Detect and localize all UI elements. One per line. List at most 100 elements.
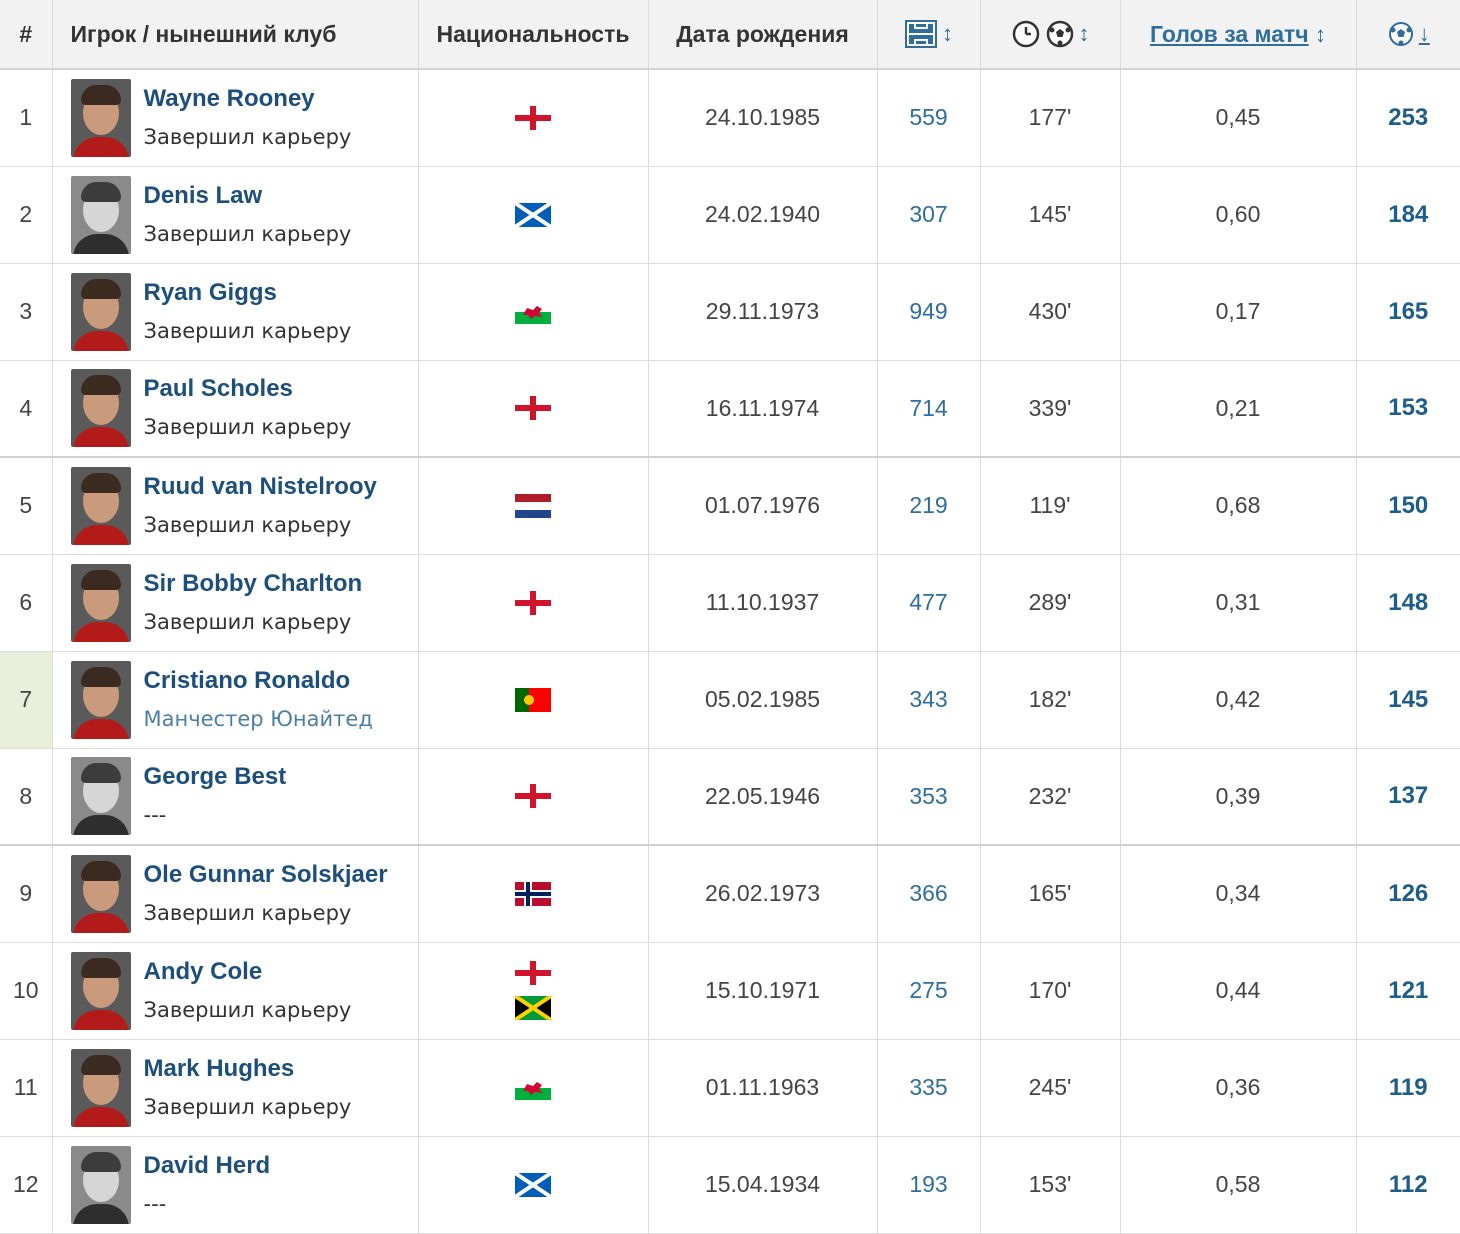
player-name-link[interactable]: Ole Gunnar Solskjaer [144, 860, 388, 890]
player-cell: Denis Law Завершил карьеру [51, 166, 418, 264]
nationality-cell [417, 554, 648, 652]
table-row: 1 Wayne Rooney Завершил карьеру 24.10.19… [0, 69, 1460, 167]
appearances-cell: 343 [876, 651, 980, 749]
goals-per-match-cell: 0,34 [1119, 845, 1356, 943]
goals-link[interactable]: 153 [1388, 394, 1428, 421]
appearances-cell: 307 [876, 166, 980, 264]
goals-header[interactable]: ↓ [1355, 0, 1460, 70]
player-club[interactable]: Манчестер Юнайтед [144, 704, 373, 734]
goals-link[interactable]: 145 [1388, 686, 1428, 713]
nationality-cell [417, 263, 648, 361]
sort-both-icon[interactable]: ↕ [1079, 21, 1090, 47]
player-name-link[interactable]: George Best [144, 762, 287, 792]
goals-link[interactable]: 112 [1389, 1171, 1428, 1198]
goals-per-match-header[interactable]: Голов за матч ↕ [1119, 0, 1356, 70]
goals-link[interactable]: 126 [1388, 880, 1428, 907]
flag-england-icon [515, 784, 551, 809]
player-header: Игрок / нынешний клуб [51, 0, 418, 70]
goals-per-match-cell: 0,21 [1119, 360, 1356, 458]
rank-cell: 11 [0, 1039, 52, 1137]
player-photo[interactable] [70, 78, 131, 157]
player-club: Завершил карьеру [143, 124, 352, 149]
sort-down-icon[interactable]: ↓ [1419, 21, 1430, 47]
goals-link[interactable]: 165 [1388, 298, 1428, 325]
goals-per-match-sort-link[interactable]: Голов за матч [1150, 21, 1309, 47]
nationality-cell [417, 1136, 648, 1234]
player-name-link[interactable]: Cristiano Ronaldo [144, 666, 373, 696]
player-club: Завершил карьеру [143, 997, 352, 1022]
appearances-header[interactable]: ↕ [876, 0, 980, 70]
goals-link[interactable]: 148 [1388, 589, 1428, 616]
birth-date-cell: 22.05.1946 [647, 748, 877, 846]
player-photo[interactable] [70, 757, 131, 836]
player-cell: George Best --- [51, 748, 418, 846]
goals-link[interactable]: 253 [1388, 104, 1428, 131]
player-name-link[interactable]: Sir Bobby Charlton [144, 569, 363, 599]
player-photo[interactable] [70, 1145, 131, 1224]
appearances-link[interactable]: 949 [909, 298, 947, 324]
minutes-per-goal-header[interactable]: ↕ [979, 0, 1120, 70]
player-name-link[interactable]: Mark Hughes [144, 1054, 352, 1084]
flag-norway-icon [515, 881, 551, 906]
goals-link[interactable]: 150 [1388, 492, 1428, 519]
goals-link[interactable]: 121 [1388, 977, 1428, 1004]
player-photo[interactable] [70, 951, 131, 1030]
rank-cell: 3 [0, 263, 52, 361]
player-name-link[interactable]: Andy Cole [144, 957, 352, 987]
player-photo[interactable] [70, 466, 131, 545]
player-name-link[interactable]: Paul Scholes [144, 374, 352, 404]
player-name-link[interactable]: Ryan Giggs [144, 278, 352, 308]
appearances-link[interactable]: 353 [909, 783, 947, 809]
player-cell: Ryan Giggs Завершил карьеру [51, 263, 418, 361]
appearances-link[interactable]: 193 [909, 1171, 947, 1197]
appearances-link[interactable]: 335 [909, 1074, 947, 1100]
appearances-link[interactable]: 307 [909, 201, 947, 227]
player-name-link[interactable]: Denis Law [144, 181, 352, 211]
table-row: 11 Mark Hughes Завершил карьеру 01.11.19… [0, 1039, 1460, 1137]
birth-date-cell: 11.10.1937 [647, 554, 877, 652]
birth-date-cell: 15.04.1934 [647, 1136, 877, 1234]
sort-both-icon[interactable]: ↕ [942, 21, 953, 47]
appearances-link[interactable]: 275 [909, 977, 947, 1003]
rank-cell: 8 [0, 748, 52, 846]
rank-cell: 12 [0, 1136, 52, 1234]
goals-per-match-cell: 0,45 [1119, 69, 1356, 167]
goals-link[interactable]: 137 [1388, 782, 1428, 809]
player-photo[interactable] [70, 563, 131, 642]
player-name-link[interactable]: David Herd [144, 1151, 271, 1181]
table-row: 5 Ruud van Nistelrooy Завершил карьеру 0… [0, 457, 1460, 555]
table-row: 6 Sir Bobby Charlton Завершил карьеру 11… [0, 554, 1460, 652]
player-photo[interactable] [70, 272, 131, 351]
player-photo[interactable] [70, 1048, 131, 1127]
player-photo[interactable] [70, 369, 131, 448]
appearances-link[interactable]: 366 [909, 880, 947, 906]
player-photo[interactable] [70, 175, 131, 254]
minutes-per-goal-cell: 153' [979, 1136, 1120, 1234]
appearances-cell: 275 [876, 942, 980, 1040]
flag-scotland-icon [513, 1170, 553, 1199]
appearances-link[interactable]: 477 [909, 589, 947, 615]
player-name-link[interactable]: Wayne Rooney [144, 84, 352, 114]
player-photo[interactable] [70, 660, 131, 739]
minutes-per-goal-cell: 232' [979, 748, 1120, 846]
appearances-cell: 193 [876, 1136, 980, 1234]
appearances-link[interactable]: 559 [909, 104, 947, 130]
goals-per-match-cell: 0,17 [1119, 263, 1356, 361]
sort-both-icon[interactable]: ↕ [1315, 22, 1326, 47]
nationality-cell [417, 1039, 648, 1137]
flag-wales-icon [515, 1075, 551, 1100]
appearances-cell: 219 [876, 457, 980, 555]
appearances-link[interactable]: 343 [909, 686, 947, 712]
clock-icon [1012, 20, 1039, 48]
player-name-link[interactable]: Ruud van Nistelrooy [144, 472, 377, 502]
player-photo[interactable] [70, 854, 131, 933]
goals-link[interactable]: 184 [1388, 201, 1428, 228]
appearances-link[interactable]: 714 [909, 395, 947, 421]
minutes-per-goal-cell: 289' [979, 554, 1120, 652]
appearances-cell: 714 [876, 360, 980, 458]
flag-england-icon [515, 961, 551, 985]
rank-cell: 4 [0, 360, 52, 458]
goals-link[interactable]: 119 [1389, 1074, 1428, 1101]
appearances-link[interactable]: 219 [909, 492, 947, 518]
nationality-cell [417, 942, 648, 1040]
